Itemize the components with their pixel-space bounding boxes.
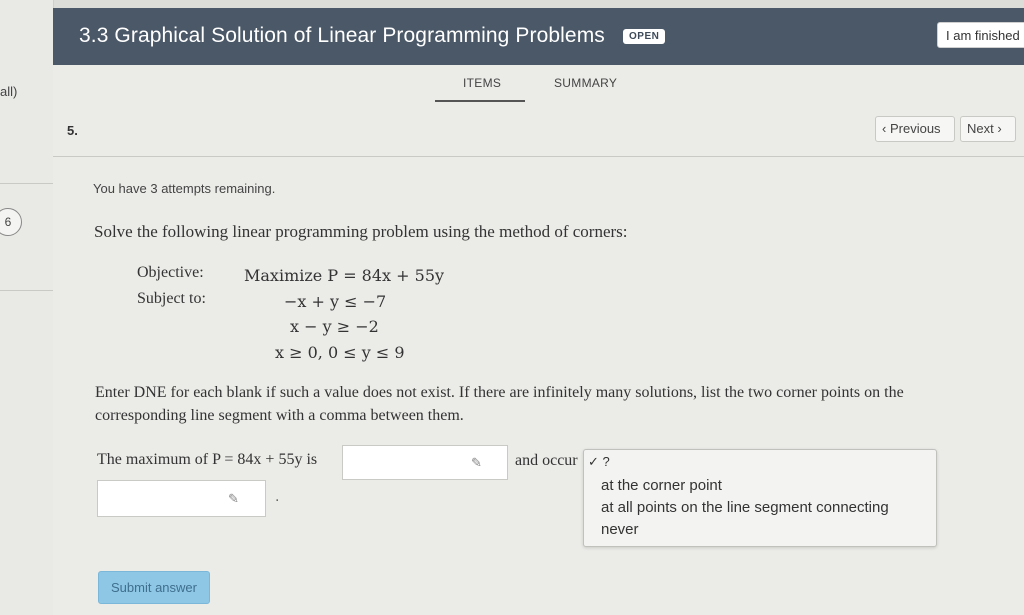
occurrence-dropdown[interactable]: ✓ ? at the corner point at all points on… <box>583 449 937 547</box>
attempts-remaining: You have 3 attempts remaining. <box>93 181 276 196</box>
objective-label: Objective: <box>137 264 204 281</box>
chevron-left-icon: ‹ <box>882 121 887 136</box>
previous-label: Previous <box>889 121 941 136</box>
instructions-text: Enter DNE for each blank if such a value… <box>95 384 904 424</box>
dropdown-option[interactable]: never <box>601 521 639 538</box>
dropdown-selected: ✓ ? <box>588 454 610 470</box>
subject-to-label: Subject to: <box>137 290 206 307</box>
check-icon: ✓ <box>588 454 599 469</box>
previous-button[interactable]: ‹ Previous <box>875 116 955 142</box>
tab-active-indicator <box>435 100 525 102</box>
pencil-icon: ✎ <box>228 491 239 506</box>
corner-point-input[interactable]: ✎ <box>97 480 266 517</box>
section-divider <box>53 156 1024 157</box>
constraint-2: x − y ≥ −2 <box>290 317 379 336</box>
constraint-1: −x + y ≤ −7 <box>284 292 387 311</box>
finished-button[interactable]: I am finished <box>937 22 1024 48</box>
tab-summary[interactable]: SUMMARY <box>554 76 617 90</box>
chevron-right-icon: › <box>997 121 1002 136</box>
dropdown-option[interactable]: at the corner point <box>601 477 722 494</box>
next-button[interactable]: Next › <box>960 116 1016 142</box>
sidebar-item-number[interactable]: 6 <box>0 208 22 236</box>
dropdown-option[interactable]: at all points on the line segment connec… <box>601 499 889 516</box>
and-occurs-text: and occur <box>515 452 578 469</box>
sidebar-divider <box>0 183 53 184</box>
max-value-input[interactable]: ✎ <box>342 445 508 480</box>
sidebar-fragment: all) <box>0 84 18 99</box>
question-prompt: Solve the following linear programming p… <box>94 222 628 241</box>
objective-expression: Maximize P = 84x + 55y <box>244 266 445 285</box>
dropdown-selected-label: ? <box>602 454 610 469</box>
pencil-icon: ✎ <box>471 455 482 470</box>
sentence-period: . <box>275 488 280 505</box>
main-panel: ITEMS SUMMARY 5. ‹ Previous Next › You h… <box>53 65 1024 615</box>
header-bar: 3.3 Graphical Solution of Linear Program… <box>53 8 1024 65</box>
sidebar-divider <box>0 290 53 291</box>
answer-lead-text: The maximum of P = 84x + 55y is <box>97 451 318 468</box>
page-title: 3.3 Graphical Solution of Linear Program… <box>79 24 605 47</box>
tab-items[interactable]: ITEMS <box>463 76 501 90</box>
next-label: Next <box>967 121 994 136</box>
submit-answer-button[interactable]: Submit answer <box>98 571 210 604</box>
constraint-3: x ≥ 0, 0 ≤ y ≤ 9 <box>275 343 405 362</box>
sidebar: all) 6 <box>0 0 54 615</box>
status-badge: OPEN <box>623 29 666 44</box>
question-number: 5. <box>67 123 78 138</box>
